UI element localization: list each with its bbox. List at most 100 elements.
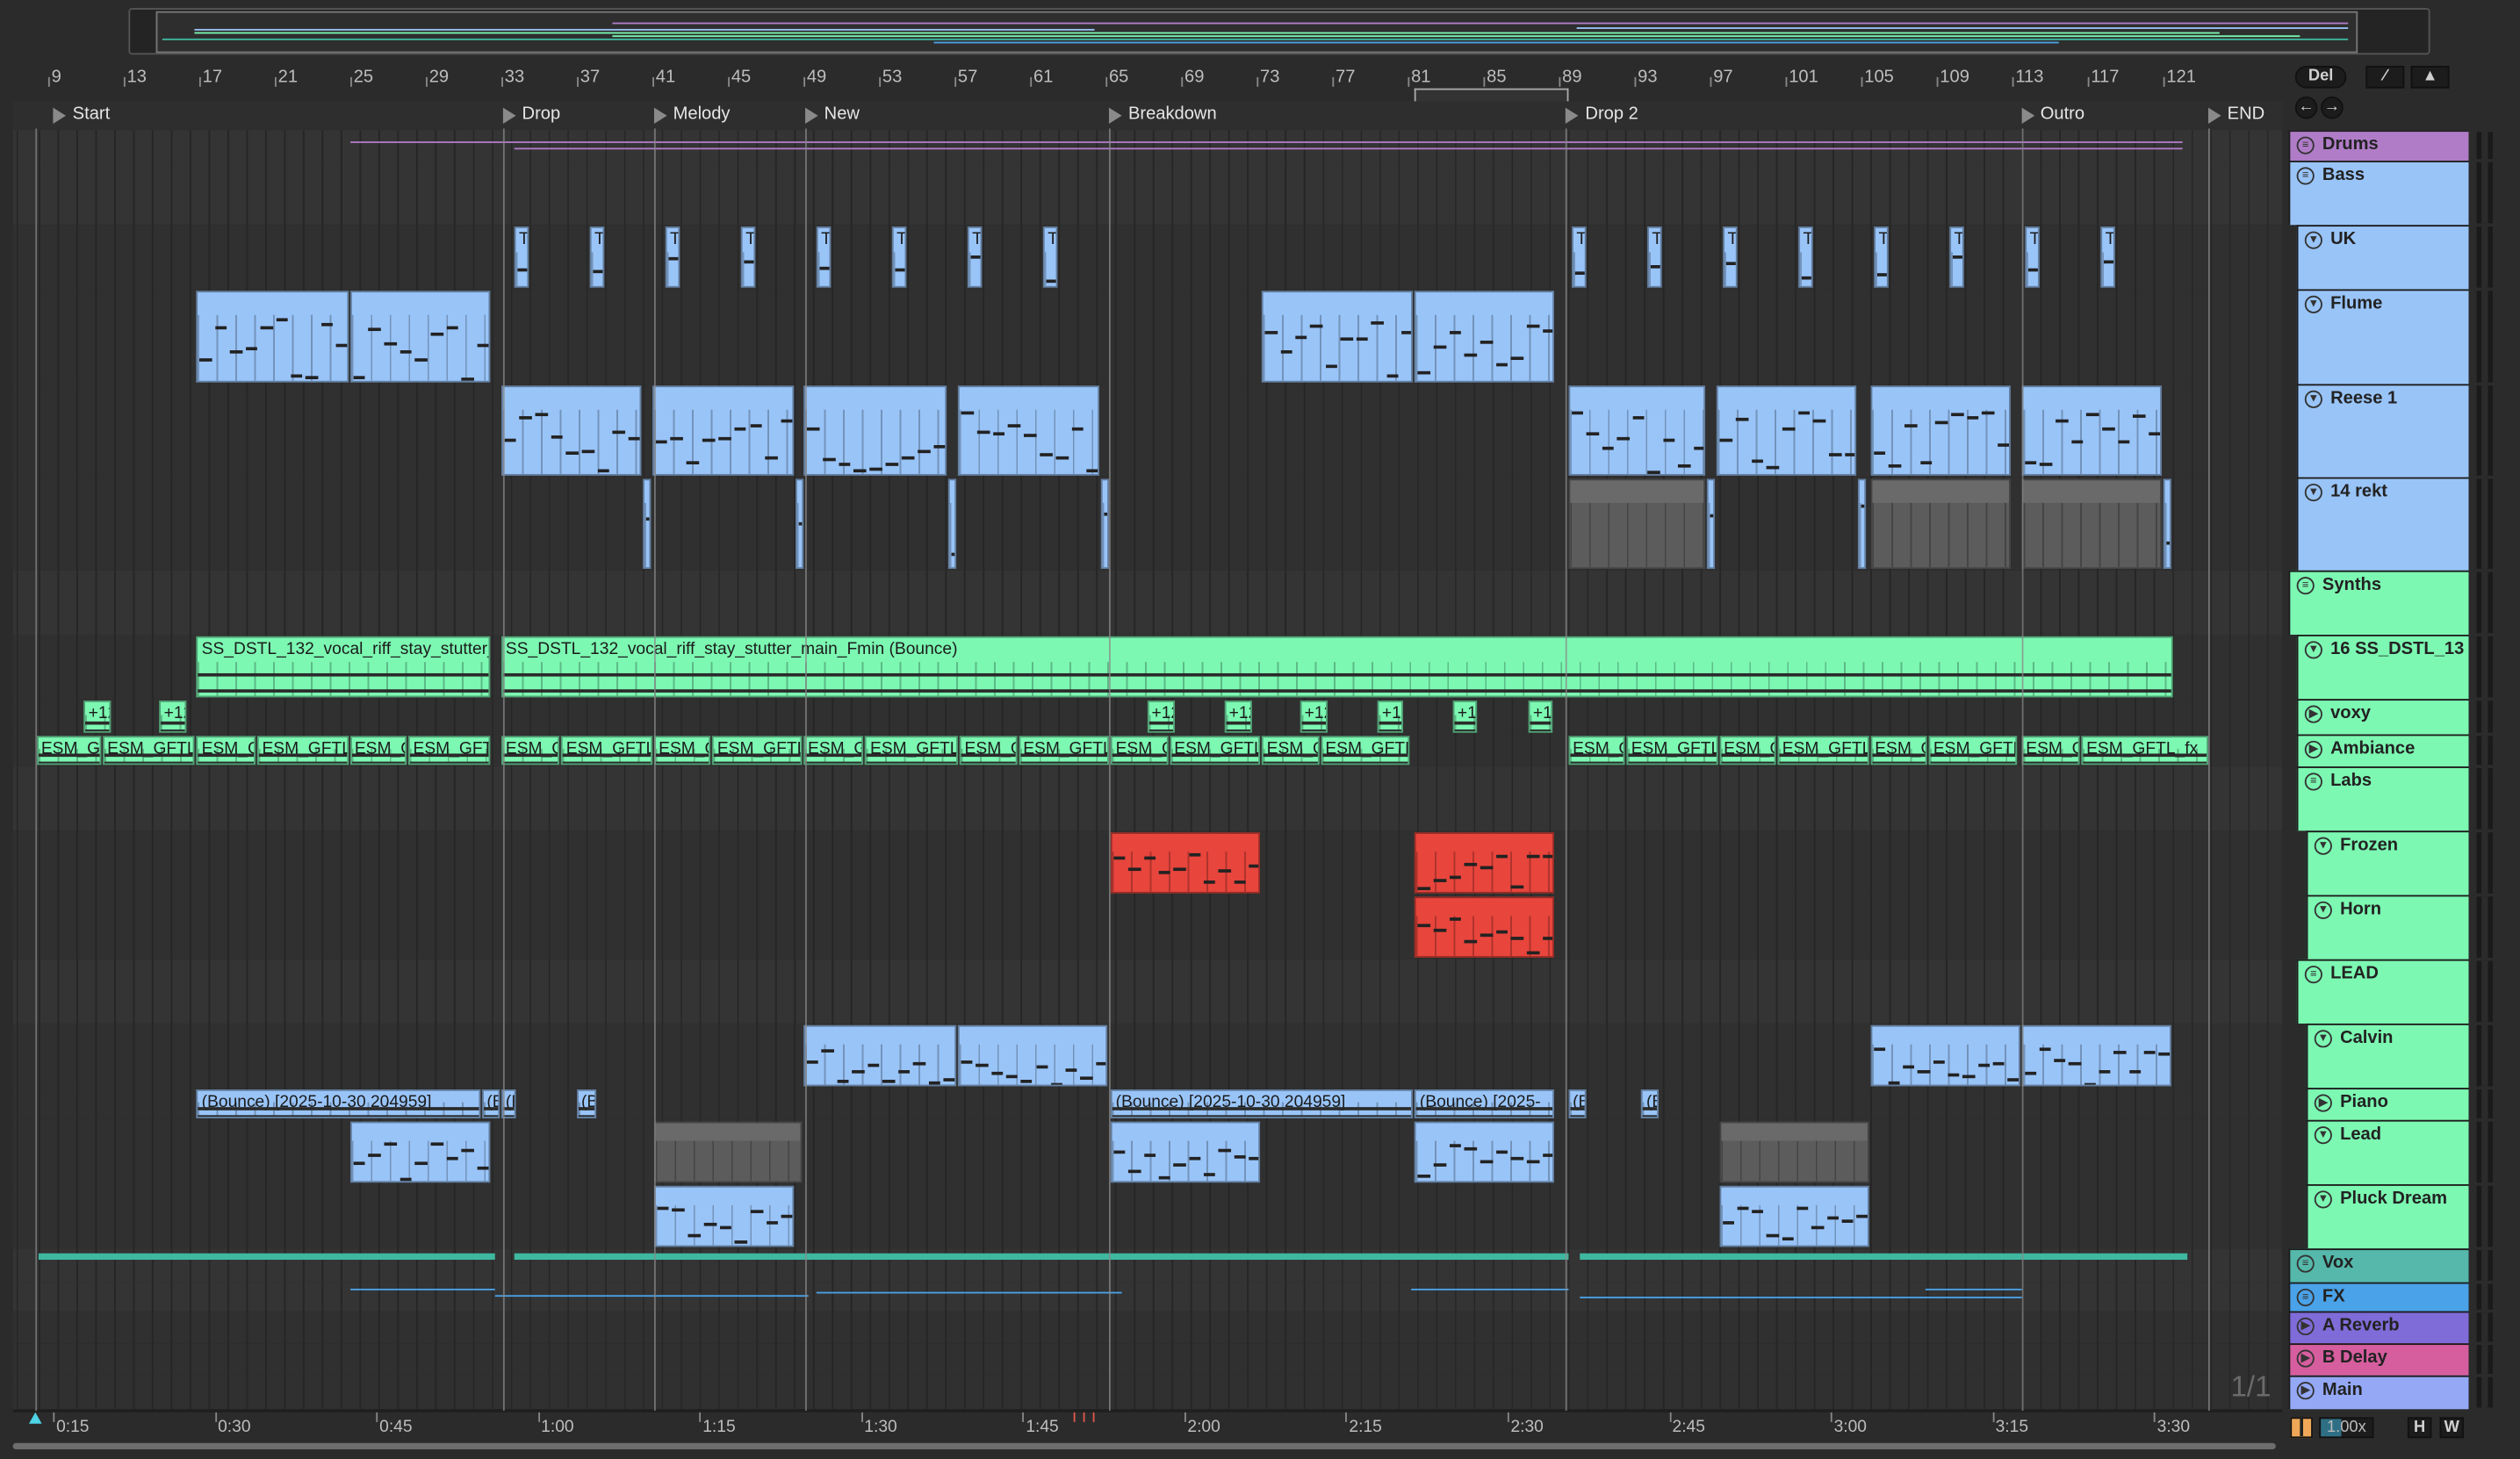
midi-clip[interactable] [1415, 896, 1555, 958]
audio-clip[interactable]: ESM_GFTL [197, 736, 256, 765]
track-header-drums[interactable]: ≡ Drums [2288, 130, 2469, 162]
track-lane[interactable] [12, 1343, 2283, 1377]
audio-clip[interactable]: ESM_GFTL [1928, 736, 2018, 765]
audio-clip[interactable]: ESM_GFTL [1869, 736, 1927, 765]
track-header-bass[interactable]: ≡ Bass [2288, 161, 2469, 226]
midi-clip[interactable] [1262, 291, 1414, 383]
midi-clip[interactable]: Ts [1874, 226, 1890, 288]
midi-clip[interactable]: Ts [967, 226, 983, 288]
midi-clip[interactable] [2020, 478, 2162, 569]
track-lane[interactable] [12, 1311, 2283, 1346]
audio-clip[interactable]: (B [576, 1089, 596, 1118]
track-header-pluck-dream[interactable]: ▼ Pluck Dream [2306, 1184, 2469, 1249]
locator-drop-2[interactable]: Drop 2 [1566, 104, 1638, 127]
previous-locator-button[interactable]: ← [2294, 96, 2318, 119]
track-header-reese-1[interactable]: ▼ Reese 1 [2296, 384, 2469, 478]
audio-clip[interactable]: ESM_GFTL [256, 736, 349, 765]
locator-end[interactable]: END [2207, 104, 2264, 127]
track-fold-open-icon[interactable]: ▼ [2314, 1030, 2332, 1048]
locator-start[interactable]: Start [53, 104, 110, 127]
midi-clip[interactable] [803, 1024, 957, 1087]
audio-clip[interactable]: ESM_GFTL [1320, 736, 1410, 765]
track-header-16-ss-dstl-13[interactable]: ▼ 16 SS_DSTL_13 [2296, 635, 2469, 700]
midi-clip[interactable] [1718, 1185, 1868, 1247]
midi-clip[interactable] [1567, 385, 1706, 476]
audio-clip[interactable]: ESM_GFTL [561, 736, 652, 765]
track-fold-closed-icon[interactable]: ▶ [2304, 740, 2322, 758]
track-header-lead[interactable]: ≡ LEAD [2296, 959, 2469, 1024]
audio-clip[interactable]: ESM_GFTL [2020, 736, 2080, 765]
locator-breakdown[interactable]: Breakdown [1108, 104, 1217, 127]
midi-clip[interactable]: Ts [514, 226, 530, 288]
track-header-horn[interactable]: ▼ Horn [2306, 895, 2469, 959]
track-lane[interactable] [12, 130, 2283, 162]
audio-clip[interactable]: ESM_GFTL [1262, 736, 1320, 765]
midi-clip[interactable]: Ts [1722, 226, 1739, 288]
midi-clip[interactable] [653, 1185, 795, 1247]
audio-clip[interactable]: ESM_GFTL [1018, 736, 1110, 765]
midi-clip[interactable] [2163, 478, 2171, 569]
audio-clip[interactable]: (Bounce) [2025- [1415, 1089, 1555, 1118]
midi-clip[interactable]: Ts [2100, 226, 2116, 288]
group-fold-icon[interactable]: ≡ [2296, 167, 2315, 185]
track-fold-closed-icon[interactable]: ▶ [2304, 705, 2322, 723]
track-header-piano[interactable]: ▶ Piano [2306, 1088, 2469, 1120]
midi-clip[interactable] [1567, 478, 1706, 569]
midi-clip[interactable] [1111, 1121, 1261, 1183]
draw-mode-button[interactable]: ∕ [2365, 66, 2405, 89]
midi-clip[interactable]: Ts [589, 226, 606, 288]
track-header-frozen[interactable]: ▼ Frozen [2306, 830, 2469, 895]
vox-clip[interactable] [38, 1253, 495, 1261]
track-lane[interactable] [12, 959, 2283, 1025]
next-locator-button[interactable]: → [2321, 96, 2344, 119]
midi-clip[interactable] [1869, 385, 2011, 476]
midi-clip[interactable] [2020, 385, 2162, 476]
track-lanes[interactable]: Ts Ts Ts Ts Ts Ts Ts Ts Ts Ts Ts Ts Ts Ts Ts Ts SS_DSTL_… [12, 128, 2283, 1412]
midi-clip[interactable] [1415, 832, 1555, 894]
audio-clip[interactable]: ESM_GFTL [1626, 736, 1717, 765]
track-fold-open-icon[interactable]: ▼ [2314, 1126, 2332, 1145]
audio-clip[interactable]: ESM_GFTL [102, 736, 196, 765]
track-header-vox[interactable]: ≡ Vox [2288, 1248, 2469, 1283]
audio-clip[interactable]: ESM_GFTL [500, 736, 560, 765]
group-fold-icon[interactable]: ≡ [2296, 1288, 2315, 1307]
midi-clip[interactable] [948, 478, 957, 569]
audio-clip[interactable]: ESM_GFTL [349, 736, 407, 765]
optimize-width-button[interactable]: W [2439, 1417, 2465, 1439]
audio-clip[interactable]: +12 [1452, 701, 1478, 733]
midi-clip[interactable]: Ts [1042, 226, 1059, 288]
midi-clip[interactable] [653, 1121, 802, 1183]
audio-clip[interactable]: +12 [1377, 701, 1404, 733]
midi-clip[interactable] [500, 385, 641, 476]
group-fold-icon[interactable]: ≡ [2304, 966, 2322, 984]
arrangement-overview[interactable] [128, 8, 2430, 55]
track-header-ambiance[interactable]: ▶ Ambiance [2296, 734, 2469, 767]
audio-clip[interactable]: (B [1641, 1089, 1660, 1118]
locator-drop[interactable]: Drop [502, 104, 560, 127]
midi-clip[interactable]: Ts [2025, 226, 2041, 288]
beat-time-ruler[interactable]: 9 13 17 21 25 29 33 37 41 45 49 53 57 61 65 69 73 77 81 85 8… [12, 57, 2283, 100]
audio-clip[interactable]: ESM_GFTL [408, 736, 490, 765]
track-lane[interactable] [12, 1375, 2283, 1412]
track-header-lead[interactable]: ▼ Lead [2306, 1119, 2469, 1185]
midi-clip[interactable]: Ts [891, 226, 908, 288]
locator-melody[interactable]: Melody [653, 104, 731, 127]
track-lane[interactable] [12, 225, 2283, 291]
midi-clip[interactable] [197, 291, 349, 383]
track-header-voxy[interactable]: ▶ voxy [2296, 699, 2469, 735]
midi-clip[interactable] [1111, 832, 1261, 894]
audio-clip[interactable]: ESM_GFTL [1718, 736, 1776, 765]
track-header-calvin[interactable]: ▼ Calvin [2306, 1023, 2469, 1089]
audio-clip[interactable]: SS_DSTL_132_vocal_riff_stay_stutter_main… [197, 636, 490, 698]
track-lane[interactable] [12, 161, 2283, 227]
midi-clip[interactable] [349, 291, 490, 383]
midi-clip[interactable] [957, 385, 1100, 476]
midi-clip[interactable] [2020, 1024, 2171, 1087]
midi-clip[interactable] [957, 1024, 1108, 1087]
audio-clip[interactable]: ESM_GFTL [960, 736, 1017, 765]
midi-clip[interactable] [1858, 478, 1867, 569]
track-header-flume[interactable]: ▼ Flume [2296, 289, 2469, 385]
delete-button[interactable]: Del [2294, 66, 2347, 89]
audio-clip[interactable]: +12 [159, 701, 186, 733]
track-header-uk[interactable]: ▼ UK [2296, 225, 2469, 290]
